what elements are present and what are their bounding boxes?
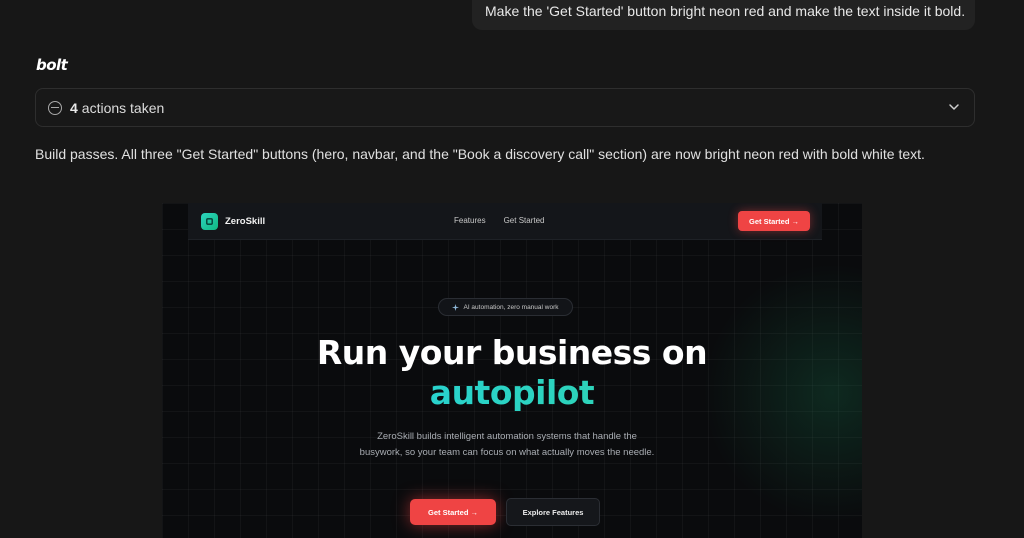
hero-badge: AI automation, zero manual work	[438, 298, 573, 316]
hero-title-accent: autopilot	[162, 373, 862, 413]
nav-link-get-started[interactable]: Get Started	[504, 216, 545, 225]
assistant-result-text: Build passes. All three "Get Started" bu…	[35, 146, 925, 162]
navbar-get-started-button[interactable]: Get Started →	[738, 211, 810, 231]
hero-description: ZeroSkill builds intelligent automation …	[359, 431, 655, 458]
user-message: Make the 'Get Started' button bright neo…	[472, 0, 975, 30]
actions-label: actions taken	[81, 99, 165, 116]
hero-badge-text: AI automation, zero manual work	[463, 303, 559, 311]
nav-link-features[interactable]: Features	[454, 216, 486, 225]
hero-title: Run your business on	[316, 333, 708, 372]
brand[interactable]: ZeroSkill	[201, 212, 266, 230]
site-preview: ZeroSkill Features Get Started Get Start…	[162, 203, 862, 538]
bolt-logo: bolt	[36, 56, 68, 74]
actions-count: 4	[70, 99, 78, 116]
hero-get-started-button[interactable]: Get Started →	[410, 499, 496, 525]
brand-logo-icon	[201, 212, 218, 230]
circle-minus-icon	[48, 100, 62, 115]
explore-features-button[interactable]: Explore Features	[506, 498, 600, 526]
actions-taken-toggle[interactable]: 4 actions taken	[35, 88, 975, 127]
sparkle-icon	[452, 303, 460, 311]
brand-name: ZeroSkill	[225, 215, 266, 227]
nav-links: Features Get Started	[454, 216, 545, 225]
preview-navbar: ZeroSkill Features Get Started Get Start…	[188, 203, 822, 240]
chevron-down-icon[interactable]	[948, 101, 960, 113]
